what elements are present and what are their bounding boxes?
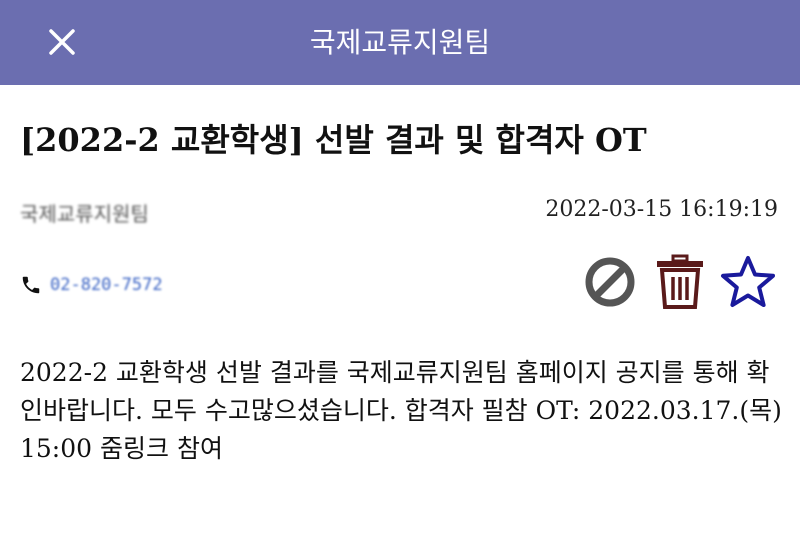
favorite-button[interactable] — [718, 252, 778, 312]
close-icon — [49, 29, 75, 55]
star-icon — [721, 256, 775, 307]
post-body: 2022-2 교환학생 선발 결과를 국제교류지원팀 홈페이지 공지를 통해 확… — [20, 358, 782, 463]
delete-button[interactable] — [650, 252, 710, 312]
top-app-bar: 국제교류지원팀 — [0, 0, 800, 85]
post-datetime: 2022-03-15 16:19:19 — [545, 197, 778, 222]
trash-icon — [657, 254, 703, 309]
block-icon — [585, 257, 635, 307]
phone-row: 02-820-7572 — [20, 272, 163, 298]
post-author: 국제교류지원팀 — [20, 202, 149, 226]
close-button[interactable] — [40, 20, 84, 64]
phone-icon — [22, 276, 40, 294]
phone-number-link[interactable]: 02-820-7572 — [50, 275, 163, 295]
header-title: 국제교류지원팀 — [309, 26, 491, 59]
post-title: [2022-2 교환학생] 선발 결과 및 합격자 OT — [20, 121, 647, 159]
block-button[interactable] — [580, 252, 640, 312]
